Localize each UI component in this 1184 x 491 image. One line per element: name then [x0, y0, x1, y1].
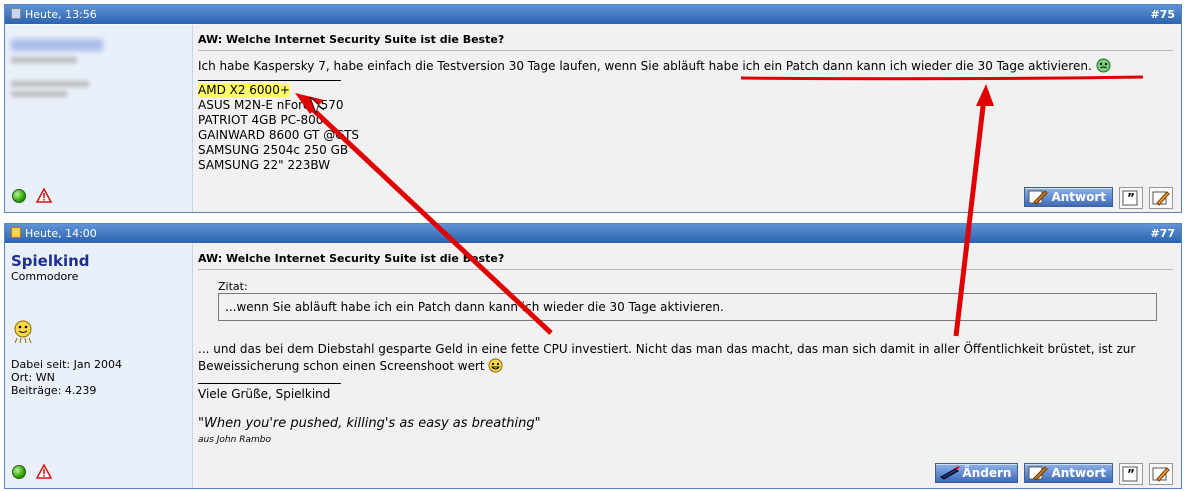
edit-quote-icon: [1152, 467, 1170, 482]
avatar: [12, 320, 34, 344]
user-details: Dabei seit: Jan 2004 Ort: WN Beiträge: 4…: [11, 358, 122, 397]
post-new-icon: [11, 227, 21, 238]
signature-line: GAINWARD 8600 GT @GTS: [198, 128, 360, 142]
signature-greeting: Viele Grüße, Spielkind: [198, 387, 331, 401]
reply-pencil-icon: [1028, 190, 1049, 205]
status-icons: [12, 187, 52, 204]
status-icons: [12, 463, 52, 480]
reply-button[interactable]: Antwort: [1024, 463, 1113, 483]
multi-quote-button[interactable]: [1149, 187, 1173, 209]
signature-cpu-highlighted: AMD X2 6000+: [198, 83, 290, 97]
post-header: Heute, 14:00 #77: [5, 224, 1181, 243]
post-count: Beiträge: 4.239: [11, 384, 97, 397]
user-info-panel: [5, 25, 193, 212]
post-date: Heute, 14:00: [11, 224, 97, 243]
blurred-info: [11, 91, 67, 97]
sick-smiley-icon: [1096, 58, 1111, 73]
post-actions: Antwort ”: [1024, 187, 1173, 209]
post-77: Heute, 14:00 #77 Spielkind Commodore Dab…: [4, 223, 1182, 489]
edit-quote-icon: [1152, 191, 1170, 206]
quote-button[interactable]: ”: [1119, 463, 1143, 485]
post-read-icon: [11, 8, 21, 19]
quote-button[interactable]: ”: [1119, 187, 1143, 209]
reply-button-label: Antwort: [1051, 190, 1106, 204]
post-number-link[interactable]: #75: [1150, 5, 1175, 24]
signature-line: PATRIOT 4GB PC-800: [198, 113, 324, 127]
post-body: Ich habe Kaspersky 7, habe einfach die T…: [198, 58, 1169, 173]
online-status-icon: [12, 464, 26, 479]
grin-smiley-icon: [488, 358, 503, 373]
signature-divider: [198, 383, 341, 384]
smiley-avatar-icon: [14, 320, 32, 344]
edit-button[interactable]: Ändern: [935, 463, 1019, 483]
post-text: ... und das bei dem Diebstahl gesparte G…: [198, 342, 1136, 373]
signature: Viele Grüße, Spielkind "When you're push…: [198, 383, 1175, 449]
signature-line: SAMSUNG 22" 223BW: [198, 158, 331, 172]
multi-quote-button[interactable]: [1149, 463, 1173, 485]
quote-box: ...wenn Sie abläuft habe ich ein Patch d…: [218, 293, 1157, 321]
signature-quote: "When you're pushed, killing's as easy a…: [198, 416, 541, 431]
message-panel: AW: Welche Internet Security Suite ist d…: [193, 244, 1181, 488]
signature-line: ASUS M2N-E nForce 570: [198, 98, 344, 112]
post-text-underlined: habe ich ein Patch dann kann ich wieder …: [708, 59, 1092, 73]
post-actions: Ändern Antwort ”: [935, 463, 1173, 485]
post-header: Heute, 13:56 #75: [5, 5, 1181, 24]
title-divider: [198, 50, 1173, 51]
reply-button-label: Antwort: [1051, 466, 1106, 480]
blurred-rank: [11, 57, 77, 63]
user-rank: Commodore: [11, 270, 79, 283]
signature: AMD X2 6000+ ASUS M2N-E nForce 570 PATRI…: [198, 83, 1169, 173]
post-text: Ich habe Kaspersky 7, habe einfach die T…: [198, 59, 709, 73]
signature-source: aus John Rambo: [198, 435, 271, 445]
edit-pen-icon: [940, 466, 960, 480]
quote-label: Zitat:: [218, 280, 248, 293]
svg-text:”: ”: [1127, 467, 1135, 481]
message-panel: AW: Welche Internet Security Suite ist d…: [193, 25, 1181, 212]
blurred-info: [11, 81, 89, 87]
user-info-panel: Spielkind Commodore Dabei seit: Jan 2004…: [5, 244, 193, 488]
post-title: AW: Welche Internet Security Suite ist d…: [198, 252, 505, 265]
signature-divider: [198, 80, 341, 81]
post-title: AW: Welche Internet Security Suite ist d…: [198, 33, 505, 46]
post-body: ... und das bei dem Diebstahl gesparte G…: [198, 341, 1175, 449]
reply-pencil-icon: [1028, 466, 1049, 481]
online-status-icon: [12, 188, 26, 203]
edit-button-label: Ändern: [962, 466, 1012, 480]
reply-button[interactable]: Antwort: [1024, 187, 1113, 207]
quote-icon: ”: [1122, 466, 1138, 482]
quote-text: ...wenn Sie abläuft habe ich ein Patch d…: [225, 300, 724, 314]
post-75: Heute, 13:56 #75 AW: Welche Internet Sec…: [4, 4, 1182, 213]
username-link[interactable]: Spielkind: [11, 252, 90, 270]
signature-line: SAMSUNG 2504c 250 GB: [198, 143, 349, 157]
user-location: Ort: WN: [11, 371, 55, 384]
quote-icon: ”: [1122, 190, 1138, 206]
post-date: Heute, 13:56: [11, 5, 97, 24]
title-divider: [198, 269, 1173, 270]
post-number-link[interactable]: #77: [1150, 224, 1175, 243]
join-date: Dabei seit: Jan 2004: [11, 358, 123, 371]
blurred-username: [11, 39, 103, 51]
svg-text:”: ”: [1127, 191, 1135, 205]
